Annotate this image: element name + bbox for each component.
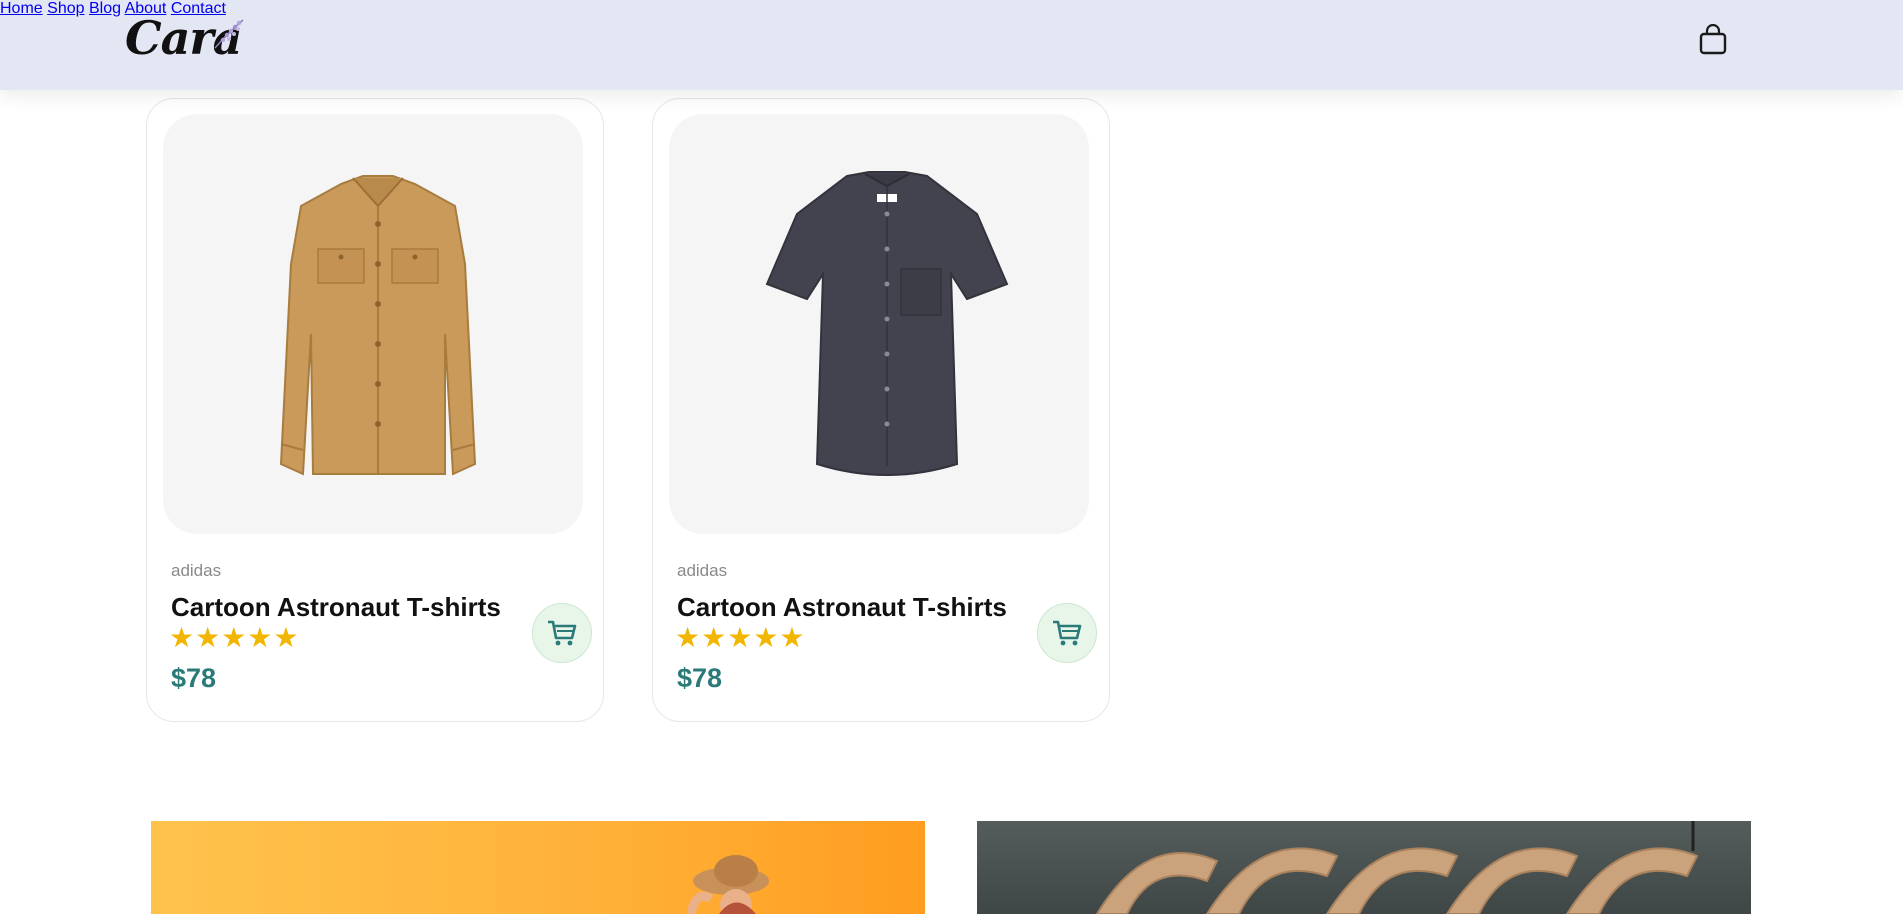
product-card[interactable]: adidas Cartoon Astronaut T-shirts ★★★★★ … bbox=[652, 98, 1110, 722]
site-header: Cara Home Shop Blog About Contact bbox=[0, 0, 1903, 90]
nav-shop[interactable]: Shop bbox=[47, 0, 84, 17]
shopping-bag-icon[interactable] bbox=[1698, 24, 1728, 56]
add-to-cart-button[interactable] bbox=[1037, 603, 1097, 663]
product-card[interactable]: adidas Cartoon Astronaut T-shirts ★★★★★ … bbox=[146, 98, 604, 722]
wooden-hangers-image bbox=[1095, 821, 1699, 914]
tan-shirt-image bbox=[279, 175, 477, 476]
lavender-sprig-icon bbox=[214, 19, 244, 49]
product-brand: adidas bbox=[171, 561, 222, 580]
product-image[interactable] bbox=[669, 114, 1089, 534]
promo-banner-right[interactable] bbox=[977, 821, 1751, 914]
product-price: $78 bbox=[677, 663, 723, 693]
product-name[interactable]: Cartoon Astronaut T-shirts bbox=[677, 592, 1007, 623]
logo[interactable]: Cara bbox=[125, 10, 245, 66]
add-to-cart-button[interactable] bbox=[532, 603, 592, 663]
woman-with-hat-image bbox=[686, 855, 769, 914]
cart-icon bbox=[548, 620, 577, 646]
nav-home[interactable]: Home bbox=[0, 0, 43, 17]
navy-shirt-image bbox=[765, 171, 1009, 476]
nav-blog[interactable]: Blog bbox=[89, 0, 121, 17]
star-rating-icon: ★★★★★ bbox=[675, 622, 806, 653]
product-image[interactable] bbox=[163, 114, 583, 534]
product-name[interactable]: Cartoon Astronaut T-shirts bbox=[171, 592, 501, 623]
product-brand: adidas bbox=[677, 561, 728, 580]
cart-icon bbox=[1053, 620, 1082, 646]
promo-banner-left[interactable] bbox=[151, 821, 925, 914]
star-rating-icon: ★★★★★ bbox=[169, 622, 300, 653]
product-price: $78 bbox=[171, 663, 217, 693]
